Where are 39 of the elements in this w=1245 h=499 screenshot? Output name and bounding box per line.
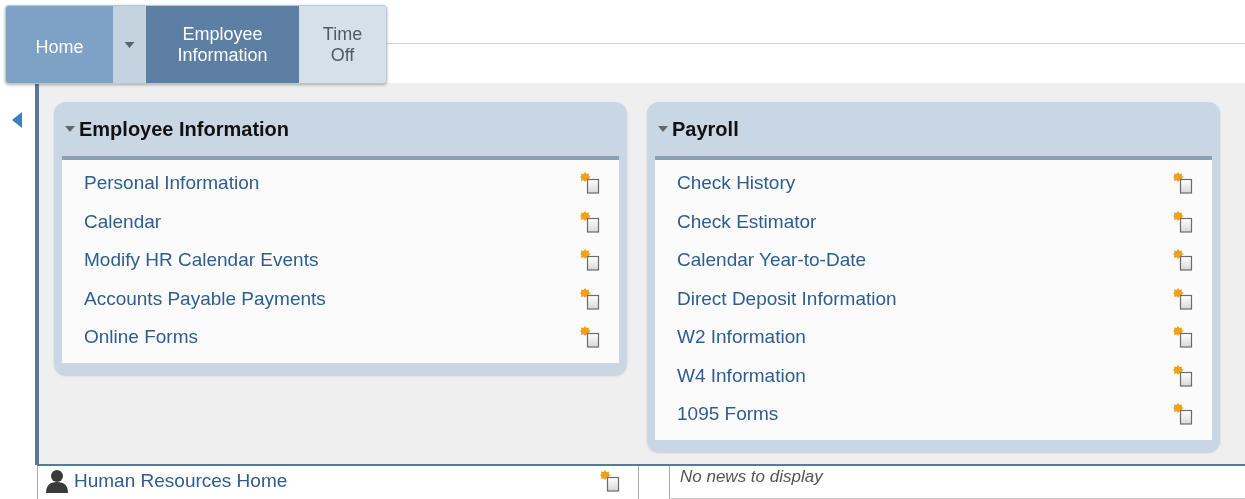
- caret-icon: [65, 126, 75, 132]
- add-page-icon[interactable]: [580, 287, 600, 310]
- menu-link[interactable]: Modify HR Calendar Events: [84, 249, 319, 272]
- menu-link[interactable]: Online Forms: [84, 326, 199, 349]
- caret-icon: [658, 126, 668, 132]
- menu-link[interactable]: W2 Information: [677, 326, 806, 349]
- menu-link[interactable]: W4 Information: [677, 364, 806, 387]
- add-page-icon[interactable]: [1173, 172, 1193, 195]
- menu-link[interactable]: Check Estimator: [677, 210, 817, 233]
- sidebar-link[interactable]: Human Resources Home: [74, 470, 288, 493]
- nav-tab[interactable]: Employee Information: [146, 6, 299, 83]
- add-page-icon[interactable]: [1173, 403, 1193, 426]
- add-page-icon[interactable]: [600, 470, 620, 493]
- add-page-icon[interactable]: [580, 326, 600, 349]
- dropdown-toggle[interactable]: [113, 6, 146, 83]
- panel-title: Payroll: [672, 117, 739, 141]
- panel-title: Employee Information: [79, 117, 290, 141]
- add-page-icon[interactable]: [1173, 287, 1193, 310]
- add-page-icon[interactable]: [580, 249, 600, 272]
- menu-link[interactable]: Accounts Payable Payments: [84, 287, 326, 310]
- menu-link[interactable]: Calendar Year-to-Date: [677, 249, 867, 272]
- panel-toggle[interactable]: [658, 126, 668, 132]
- add-page-icon[interactable]: [1173, 364, 1193, 387]
- panel-toggle[interactable]: [65, 126, 75, 132]
- nav-tab[interactable]: Time Off: [299, 6, 386, 83]
- person-icon: [46, 469, 68, 494]
- menu-link[interactable]: Direct Deposit Information: [677, 287, 897, 310]
- add-page-icon[interactable]: [580, 172, 600, 195]
- empty-news-message: No news to display: [680, 467, 823, 487]
- add-page-icon[interactable]: [1173, 210, 1193, 233]
- add-page-icon[interactable]: [580, 210, 600, 233]
- menu-link[interactable]: Personal Information: [84, 172, 260, 195]
- menu-link[interactable]: 1095 Forms: [677, 403, 779, 426]
- menu-link[interactable]: Calendar: [84, 210, 162, 233]
- caret-icon: [124, 41, 135, 48]
- collapse-arrow-icon[interactable]: [12, 111, 22, 128]
- add-page-icon[interactable]: [1173, 326, 1193, 349]
- add-page-icon[interactable]: [1173, 249, 1193, 272]
- menu-link[interactable]: Check History: [677, 172, 796, 195]
